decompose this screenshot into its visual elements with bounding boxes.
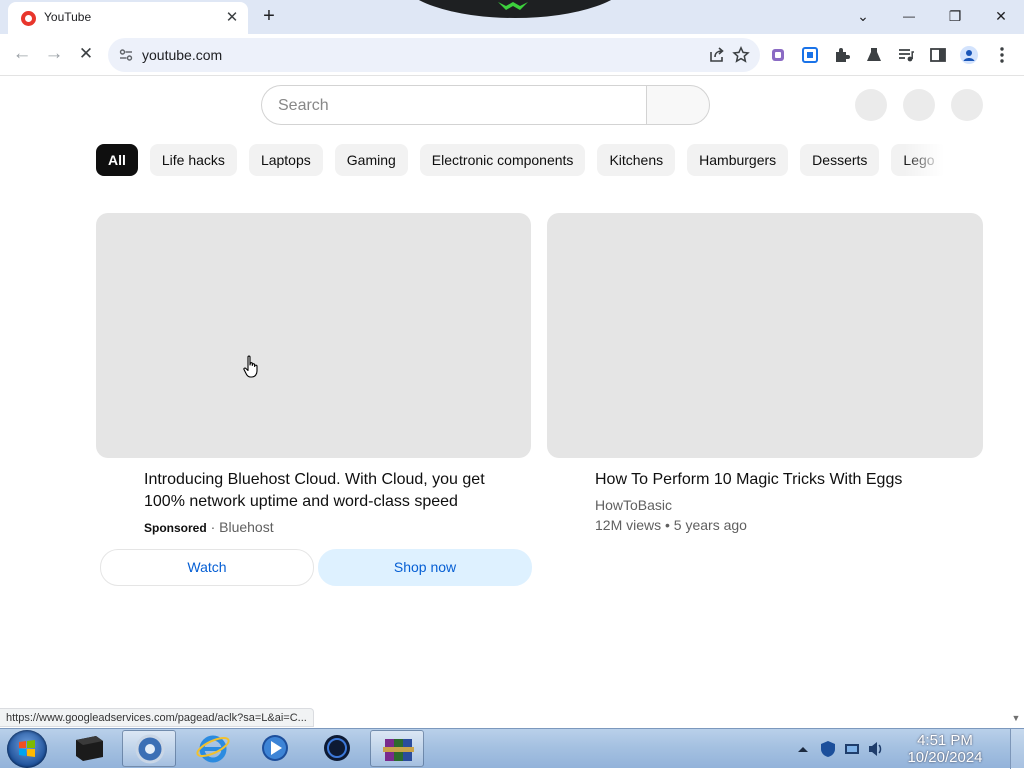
taskbar-app-black-box[interactable] [62, 730, 116, 767]
tab-search-icon[interactable]: ⌄ [840, 3, 886, 29]
browser-app-icon [135, 734, 165, 764]
video-stats: 12M views • 5 years ago [595, 517, 747, 533]
more-menu-icon[interactable] [992, 45, 1012, 65]
desktop-wallpaper-peek [400, 0, 630, 18]
scrollbar-down-arrow-icon[interactable]: ▼ [1010, 712, 1022, 724]
tray-network-icon[interactable] [844, 741, 860, 757]
tray-clock[interactable]: 4:51 PM 10/20/2024 [895, 732, 995, 766]
chrome-labs-flask-icon[interactable] [864, 45, 884, 65]
search-input[interactable]: Search [278, 97, 329, 115]
stop-loading-button[interactable]: ✕ [74, 43, 98, 67]
clock-date: 10/20/2024 [907, 749, 983, 766]
extensions-puzzle-icon[interactable] [832, 45, 852, 65]
show-desktop-button[interactable] [1010, 729, 1024, 769]
tab-strip: YouTube ✕ + ⌄ — ❐ ✕ [0, 0, 1024, 34]
start-button[interactable] [7, 730, 47, 768]
minimize-button[interactable]: — [886, 3, 932, 29]
new-tab-button[interactable]: + [256, 5, 282, 29]
restore-button[interactable]: ❐ [932, 3, 978, 29]
side-panel-icon[interactable] [928, 45, 948, 65]
address-bar[interactable]: youtube.com [108, 38, 760, 72]
sponsored-label: Sponsored [144, 521, 207, 535]
youtube-favicon-icon [21, 11, 36, 26]
meta-separator: · [210, 519, 216, 535]
chip-life-hacks[interactable]: Life hacks [149, 144, 237, 176]
advertiser-name[interactable]: Bluehost [219, 519, 273, 535]
extension-purple-icon[interactable] [768, 45, 788, 65]
forward-button[interactable]: → [42, 43, 66, 67]
link-status-bar: https://www.googleadservices.com/pagead/… [0, 708, 314, 727]
wallpaper-leaf-icon [498, 2, 528, 10]
chip-laptops[interactable]: Laptops [248, 144, 323, 176]
search-button[interactable] [646, 85, 710, 125]
header-icon-placeholder[interactable] [855, 89, 887, 121]
taskbar-app-internet-explorer[interactable] [186, 730, 240, 767]
media-player-icon [262, 735, 288, 761]
taskbar-app-winrar[interactable] [370, 730, 424, 767]
ad-meta: Sponsored · Bluehost [144, 519, 274, 535]
chip-electronic-components[interactable]: Electronic components [419, 144, 586, 176]
video-title[interactable]: How To Perform 10 Magic Tricks With Eggs [595, 469, 902, 491]
filter-chips-bar: All Life hacks Laptops Gaming Electronic com… [96, 144, 944, 178]
header-icon-placeholder[interactable] [903, 89, 935, 121]
windows-logo-icon [19, 740, 35, 757]
ad-title-line-2[interactable]: 100% network uptime and word-class speed [144, 491, 458, 513]
tray-volume-icon[interactable] [867, 741, 885, 757]
chip-desserts[interactable]: Desserts [800, 144, 880, 176]
tray-overflow-arrow-icon[interactable] [797, 744, 809, 754]
browser-tab[interactable]: YouTube ✕ [8, 2, 248, 34]
tray-shield-icon[interactable] [820, 740, 836, 758]
site-settings-icon[interactable] [119, 48, 133, 62]
taskbar-app-media-player[interactable] [248, 730, 302, 767]
clock-time: 4:51 PM [917, 732, 973, 749]
hand-cursor-icon [243, 355, 258, 378]
dark-globe-app-icon [324, 735, 350, 761]
browser-toolbar: ← → ✕ youtube.com [0, 34, 1024, 76]
tab-close-icon[interactable]: ✕ [222, 8, 242, 28]
ad-thumbnail[interactable] [96, 213, 531, 458]
watch-button[interactable]: Watch [100, 549, 314, 586]
chip-gaming[interactable]: Gaming [334, 144, 408, 176]
bookmark-star-icon[interactable] [732, 46, 750, 64]
media-control-icon[interactable] [896, 45, 916, 65]
black-box-app-icon [76, 736, 103, 761]
internet-explorer-icon [196, 735, 230, 763]
windows-taskbar: 4:51 PM 10/20/2024 [0, 728, 1024, 769]
video-thumbnail[interactable] [547, 213, 983, 458]
profile-avatar-icon[interactable] [959, 45, 979, 65]
extension-blue-icon[interactable] [800, 45, 820, 65]
ad-title-line-1[interactable]: Introducing Bluehost Cloud. With Cloud, … [144, 469, 485, 491]
chips-fade-overlay [904, 144, 944, 178]
url-text[interactable]: youtube.com [142, 47, 222, 63]
taskbar-app-dark-globe[interactable] [310, 730, 364, 767]
close-window-button[interactable]: ✕ [978, 3, 1024, 29]
shop-now-button[interactable]: Shop now [318, 549, 532, 586]
chip-kitchens[interactable]: Kitchens [597, 144, 676, 176]
avatar[interactable] [951, 89, 983, 121]
chip-all[interactable]: All [96, 144, 138, 176]
channel-name[interactable]: HowToBasic [595, 497, 672, 513]
chip-hamburgers[interactable]: Hamburgers [687, 144, 789, 176]
share-icon[interactable] [708, 46, 726, 64]
search-box[interactable]: Search [261, 85, 647, 125]
back-button[interactable]: ← [10, 43, 34, 67]
tab-title: YouTube [44, 10, 92, 24]
taskbar-app-chrome[interactable] [122, 730, 176, 767]
winrar-books-icon [383, 739, 414, 761]
